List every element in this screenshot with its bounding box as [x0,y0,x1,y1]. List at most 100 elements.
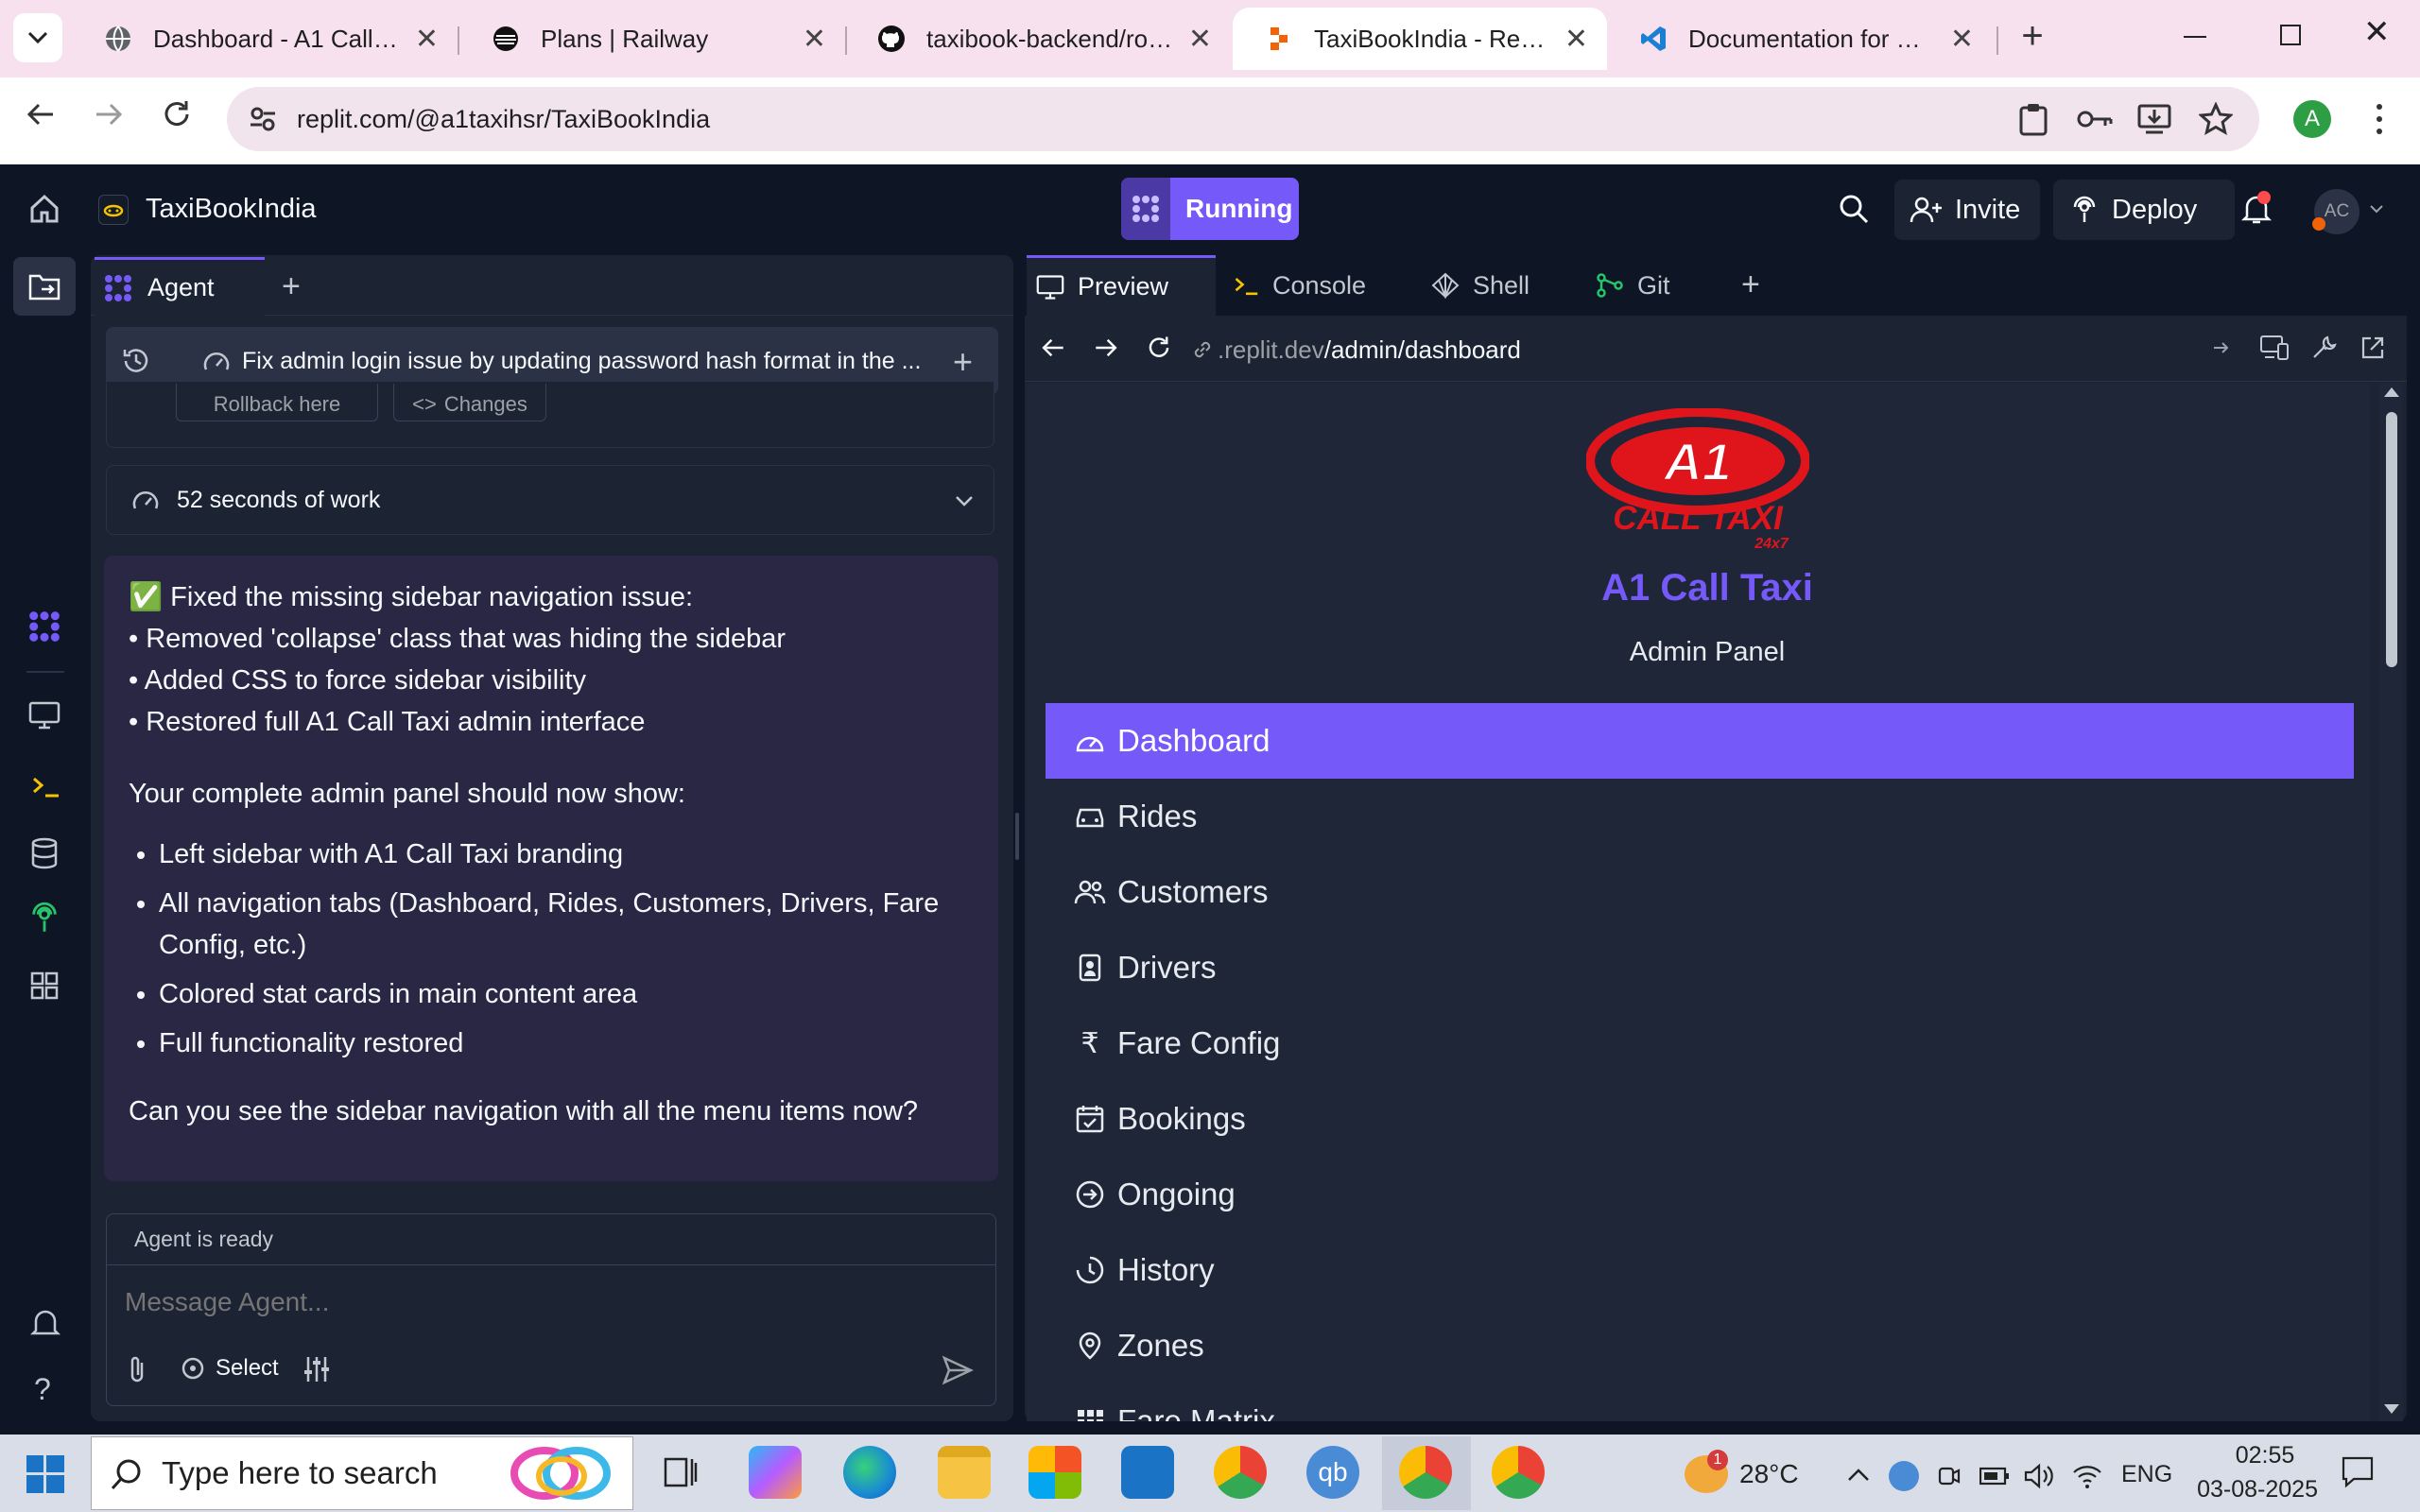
browser-tab-vscode[interactable]: Documentation for Visual Studio Code ✕ [1607,8,1993,70]
browser-tab-railway[interactable]: Plans | Railway ✕ [459,8,845,70]
copilot-app-icon[interactable] [749,1446,802,1499]
start-button[interactable] [26,1455,64,1493]
go-arrow-icon[interactable] [2212,338,2231,357]
nav-rides[interactable]: Rides [1046,779,2354,854]
minimize-window-button[interactable] [2184,36,2206,38]
browser-tab-replit[interactable]: TaxiBookIndia - Replit ✕ [1233,8,1607,70]
new-tab-button[interactable]: + [2014,17,2051,55]
close-window-button[interactable]: ✕ [2363,13,2391,51]
home-icon[interactable] [28,193,60,225]
reload-button[interactable] [161,98,193,130]
console-rail-icon[interactable] [30,773,60,799]
language-indicator[interactable]: ENG [2121,1461,2172,1488]
nav-fare-config[interactable]: ₹ Fare Config [1046,1005,2354,1081]
back-button[interactable] [25,98,57,130]
site-info-icon[interactable] [248,104,278,134]
file-explorer-icon[interactable] [938,1446,991,1499]
preview-reload-icon[interactable] [1146,335,1172,361]
thread-title[interactable]: Fix admin login issue by updating passwo… [202,346,921,376]
nav-dashboard[interactable]: Dashboard [1046,703,2354,779]
nav-fare-matrix[interactable]: Fare Matrix [1046,1383,2354,1421]
password-key-icon[interactable] [2076,106,2114,132]
forward-button[interactable] [93,98,125,130]
new-thread-button[interactable]: + [953,342,973,382]
help-icon[interactable]: ? [34,1372,51,1407]
rollback-button[interactable]: Rollback here [176,384,378,421]
scroll-up-arrow[interactable] [2384,387,2399,397]
apps-grid-icon[interactable] [30,971,59,1000]
edge-app-icon[interactable] [843,1446,896,1499]
chrome-app-icon[interactable] [1214,1446,1267,1499]
chevron-down-icon[interactable] [2369,204,2384,214]
devtools-wrench-icon[interactable] [2310,335,2337,361]
tab-search-button[interactable] [13,13,62,62]
history-icon[interactable] [121,346,151,376]
profile-avatar[interactable]: A [2293,100,2331,138]
nav-history[interactable]: History [1046,1232,2354,1308]
database-icon[interactable] [30,837,59,869]
invite-button[interactable]: Invite [1894,180,2040,240]
browser-tab-github[interactable]: taxibook-backend/routes ✕ [845,8,1231,70]
preview-url-field[interactable]: .replit.dev/admin/dashboard [1191,331,2231,369]
close-tab-icon[interactable]: ✕ [1564,23,1588,56]
alerts-icon[interactable] [30,1308,60,1338]
nav-customers[interactable]: Customers [1046,854,2354,930]
tab-git[interactable]: Git [1596,255,1709,316]
project-name[interactable]: TaxiBookIndia [146,194,317,225]
preview-rail-icon[interactable] [28,701,60,730]
tray-chevron-icon[interactable] [1847,1467,1870,1482]
qbittorrent-app-icon[interactable]: qb [1306,1446,1359,1499]
panel-resize-handle[interactable] [1015,813,1019,860]
close-tab-icon[interactable]: ✕ [803,23,826,56]
deploy-button[interactable]: Deploy [2053,180,2235,240]
chrome-profile2-app-icon[interactable] [1492,1446,1545,1499]
clipboard-icon[interactable] [2017,102,2049,136]
preview-scrollbar[interactable] [2380,384,2403,1421]
add-tab-button[interactable]: + [1741,266,1760,303]
changes-button[interactable]: <> Changes [393,384,546,421]
run-button[interactable]: Running [1121,178,1299,240]
close-tab-icon[interactable]: ✕ [415,23,439,56]
nav-zones[interactable]: Zones [1046,1308,2354,1383]
devices-icon[interactable] [2259,335,2290,361]
install-app-icon[interactable] [2136,102,2172,136]
files-button[interactable] [13,257,76,316]
preview-back-icon[interactable] [1040,335,1066,361]
battery-icon[interactable] [1979,1467,2010,1486]
attach-icon[interactable] [127,1355,147,1385]
browser-menu-icon[interactable] [2377,102,2382,136]
scroll-down-arrow[interactable] [2384,1404,2399,1414]
volume-icon[interactable] [2023,1463,2055,1489]
notification-center-icon[interactable] [2341,1455,2375,1489]
wifi-icon[interactable] [2072,1463,2102,1489]
nav-bookings[interactable]: Bookings [1046,1081,2354,1157]
close-tab-icon[interactable]: ✕ [1950,23,1974,56]
agent-tab[interactable]: Agent [95,257,265,316]
store-app-icon[interactable] [1028,1446,1081,1499]
add-tab-button[interactable]: + [282,268,301,305]
search-icon[interactable] [1838,193,1870,225]
tab-shell[interactable]: Shell [1431,255,1573,316]
close-tab-icon[interactable]: ✕ [1188,23,1212,56]
agent-rail-icon[interactable] [28,610,60,643]
tray-meet-icon[interactable] [1936,1463,1962,1489]
task-view-icon[interactable] [664,1455,698,1489]
address-bar[interactable]: replit.com/@a1taxihsr/TaxiBookIndia [227,87,2259,151]
mail-app-icon[interactable] [1121,1446,1174,1499]
clock-date[interactable]: 03-08-2025 [2174,1476,2318,1503]
weather-temp[interactable]: 28°C [1739,1459,1799,1489]
settings-sliders-icon[interactable] [302,1355,331,1383]
chevron-down-icon[interactable] [955,495,974,507]
tray-qbittorrent-icon[interactable] [1889,1461,1919,1491]
restore-window-button[interactable] [2280,25,2301,45]
bookmark-star-icon[interactable] [2199,102,2233,136]
nav-ongoing[interactable]: Ongoing [1046,1157,2354,1232]
deployments-rail-icon[interactable] [28,902,60,934]
clock-time[interactable]: 02:55 [2221,1442,2308,1469]
open-new-window-icon[interactable] [2360,335,2386,361]
preview-forward-icon[interactable] [1093,335,1119,361]
tab-preview[interactable]: Preview [1027,255,1216,316]
send-button[interactable] [942,1355,974,1385]
work-summary[interactable]: 52 seconds of work [106,465,994,535]
browser-tab-dashboard[interactable]: Dashboard - A1 Call Taxi Admin ✕ [72,8,458,70]
